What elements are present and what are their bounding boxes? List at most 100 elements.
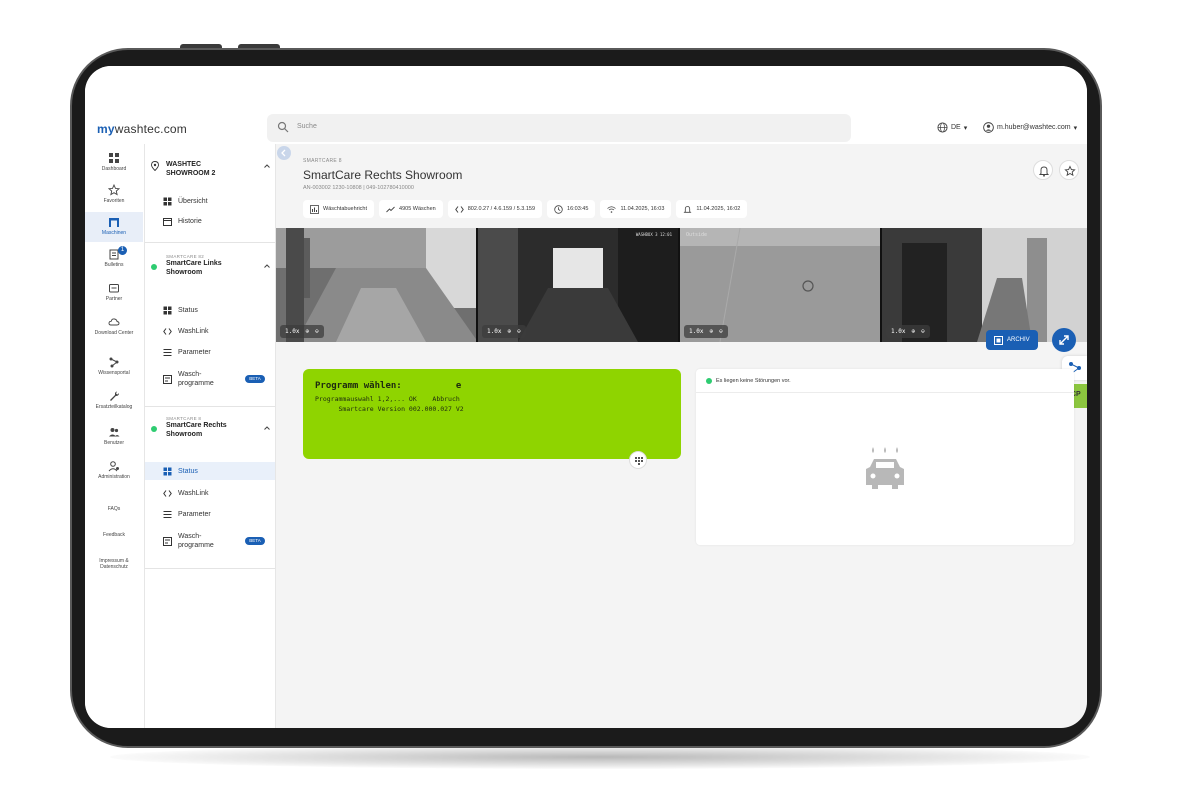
nav-feedback[interactable]: Feedback <box>85 532 143 544</box>
tree-item-wash-programs[interactable]: Wasch-programme BETA <box>161 528 273 554</box>
nav-label: Maschinen <box>101 230 127 236</box>
divider <box>145 242 275 243</box>
program-icon <box>163 536 172 546</box>
zoom-out-icon[interactable]: ⊖ <box>719 328 723 335</box>
camera-controls[interactable]: 1.0x ⊕ ⊖ <box>886 325 930 338</box>
tree-item-overview[interactable]: Übersicht <box>161 192 273 210</box>
info-chip[interactable]: 802.0.27 / 4.6.159 / 5.3.159 <box>447 200 543 218</box>
tree-item-washlink[interactable]: WashLink <box>161 484 273 502</box>
cloud-icon <box>108 318 120 326</box>
zoom-out-icon[interactable]: ⊖ <box>315 328 319 335</box>
nav-imprint[interactable]: Impressum & Datenschutz <box>85 558 143 578</box>
nav-bulletins[interactable]: 1 Bulletins <box>85 246 143 274</box>
nav-label: Administration <box>98 474 130 480</box>
archive-button[interactable]: ARCHIV <box>986 330 1038 350</box>
machine-group-links[interactable]: SMARTCARE 82 SmartCare Links Showroom <box>151 254 271 277</box>
camera-controls[interactable]: 1.0x ⊕ ⊖ <box>684 325 728 338</box>
info-chip[interactable]: 4905 Wäschen <box>379 200 443 218</box>
tree-item-label: Parameter <box>178 510 211 518</box>
zoom-out-icon[interactable]: ⊖ <box>517 328 521 335</box>
info-chip[interactable]: 16:03:45 <box>547 200 596 218</box>
machine-group-rechts[interactable]: SMARTCARE 8 SmartCare Rechts Showroom <box>151 416 271 439</box>
nav-label: Impressum & Datenschutz <box>99 558 129 570</box>
nav-users[interactable]: Benutzer <box>85 426 143 452</box>
zoom-out-icon[interactable]: ⊖ <box>921 328 925 335</box>
zoom-level: 1.0x <box>689 328 704 335</box>
favorite-button[interactable] <box>1059 160 1079 180</box>
globe-icon <box>937 122 948 133</box>
star-icon <box>1064 165 1076 177</box>
tree-item-parameters[interactable]: Parameter <box>161 343 273 361</box>
user-icon <box>983 122 994 133</box>
chevron-up-icon[interactable] <box>263 262 271 270</box>
nav-dashboard[interactable]: Dashboard <box>85 152 143 178</box>
nav-label: Benutzer <box>103 440 124 446</box>
tree-item-label: Übersicht <box>178 197 208 205</box>
nav-download-center[interactable]: Download Center <box>85 316 143 348</box>
archive-icon <box>994 335 1003 345</box>
faults-header: Es liegen keine Störungen vor. <box>696 369 1074 393</box>
notify-button[interactable] <box>1033 160 1053 180</box>
chip-label: 4905 Wäschen <box>399 206 436 212</box>
zoom-in-icon[interactable]: ⊕ <box>305 328 309 335</box>
star-icon <box>108 184 120 196</box>
machine-info-chips: Wäschtabuehricht 4905 Wäschen 802.0.27 /… <box>303 200 748 218</box>
app-logo[interactable]: mywashtec.com <box>97 122 187 136</box>
tree-item-parameters[interactable]: Parameter <box>161 505 273 523</box>
info-chip[interactable]: 11.04.2025, 16:03 <box>600 200 672 218</box>
main-content: SMARTCARE 8 SmartCare Rechts Showroom AN… <box>276 144 1087 728</box>
nav-favorites[interactable]: Favoriten <box>85 184 143 210</box>
camera-controls[interactable]: 1.0x ⊕ ⊖ <box>482 325 526 338</box>
keypad-icon <box>635 457 643 465</box>
faults-panel: Es liegen keine Störungen vor. <box>696 369 1074 545</box>
nav-knowledge-portal[interactable]: Wissensportal <box>85 356 143 382</box>
zoom-level: 1.0x <box>487 328 502 335</box>
nav-spare-parts[interactable]: Ersatzteilkatalog <box>85 390 143 416</box>
tree-item-wash-programs[interactable]: Wasch-programme BETA <box>161 366 273 392</box>
chevron-up-icon[interactable] <box>263 162 271 170</box>
search-input[interactable]: Suche <box>297 123 317 130</box>
expand-icon <box>1059 335 1069 345</box>
code-icon <box>163 489 172 497</box>
info-chip[interactable]: 11.04.2025, 16:02 <box>676 200 748 218</box>
user-menu[interactable]: m.huber@washtec.com ▾ <box>983 122 1077 133</box>
dashboard-icon <box>163 467 172 475</box>
camera-feed[interactable]: WASHBOX 3 12:01 1.0x ⊕ ⊖ <box>478 228 680 342</box>
admin-icon <box>108 461 119 472</box>
calendar-icon <box>163 217 172 226</box>
location-title: WASHTEC SHOWROOM 2 <box>166 161 216 177</box>
nav-partner[interactable]: Partner <box>85 282 143 308</box>
camera-feed[interactable]: Outside 1.0x ⊕ ⊖ <box>680 228 882 342</box>
zoom-in-icon[interactable]: ⊕ <box>709 328 713 335</box>
tree-item-washlink[interactable]: WashLink <box>161 322 273 340</box>
chevron-up-icon[interactable] <box>263 424 271 432</box>
chip-label: 802.0.27 / 4.6.159 / 5.3.159 <box>467 206 536 212</box>
divider <box>145 406 275 407</box>
nav-administration[interactable]: Administration <box>85 460 143 486</box>
language-selector[interactable]: DE ▾ <box>937 122 967 133</box>
code-icon <box>163 327 172 335</box>
keypad-button[interactable] <box>629 451 647 469</box>
tree-item-status[interactable]: Status <box>161 301 273 319</box>
camera-feed[interactable]: 1.0x ⊕ ⊖ <box>276 228 478 342</box>
camera-controls[interactable]: 1.0x ⊕ ⊖ <box>280 325 324 338</box>
nav-label: Partner <box>105 296 123 302</box>
zoom-in-icon[interactable]: ⊕ <box>911 328 915 335</box>
nav-label: Dashboard <box>101 166 127 172</box>
camera-feed[interactable]: 1.0x ⊕ ⊖ <box>882 228 1087 342</box>
nav-label: Ersatzteilkatalog <box>95 404 133 410</box>
faults-title: Es liegen keine Störungen vor. <box>716 378 791 384</box>
nav-label: Feedback <box>103 532 125 538</box>
nav-faqs[interactable]: FAQs <box>85 506 143 518</box>
tree-item-history[interactable]: Historie <box>161 212 273 230</box>
search-bar[interactable]: Suche <box>267 114 851 142</box>
chip-label: 11.04.2025, 16:03 <box>620 206 665 212</box>
zoom-in-icon[interactable]: ⊕ <box>507 328 511 335</box>
fullscreen-button[interactable] <box>1052 328 1076 352</box>
tree-item-status-active[interactable]: Status <box>145 462 275 480</box>
nav-machines[interactable]: Maschinen <box>85 212 143 242</box>
divider <box>145 568 275 569</box>
location-group[interactable]: WASHTEC SHOWROOM 2 <box>151 160 271 178</box>
info-chip[interactable]: Wäschtabuehricht <box>303 200 375 218</box>
location-pin-icon <box>151 161 159 171</box>
